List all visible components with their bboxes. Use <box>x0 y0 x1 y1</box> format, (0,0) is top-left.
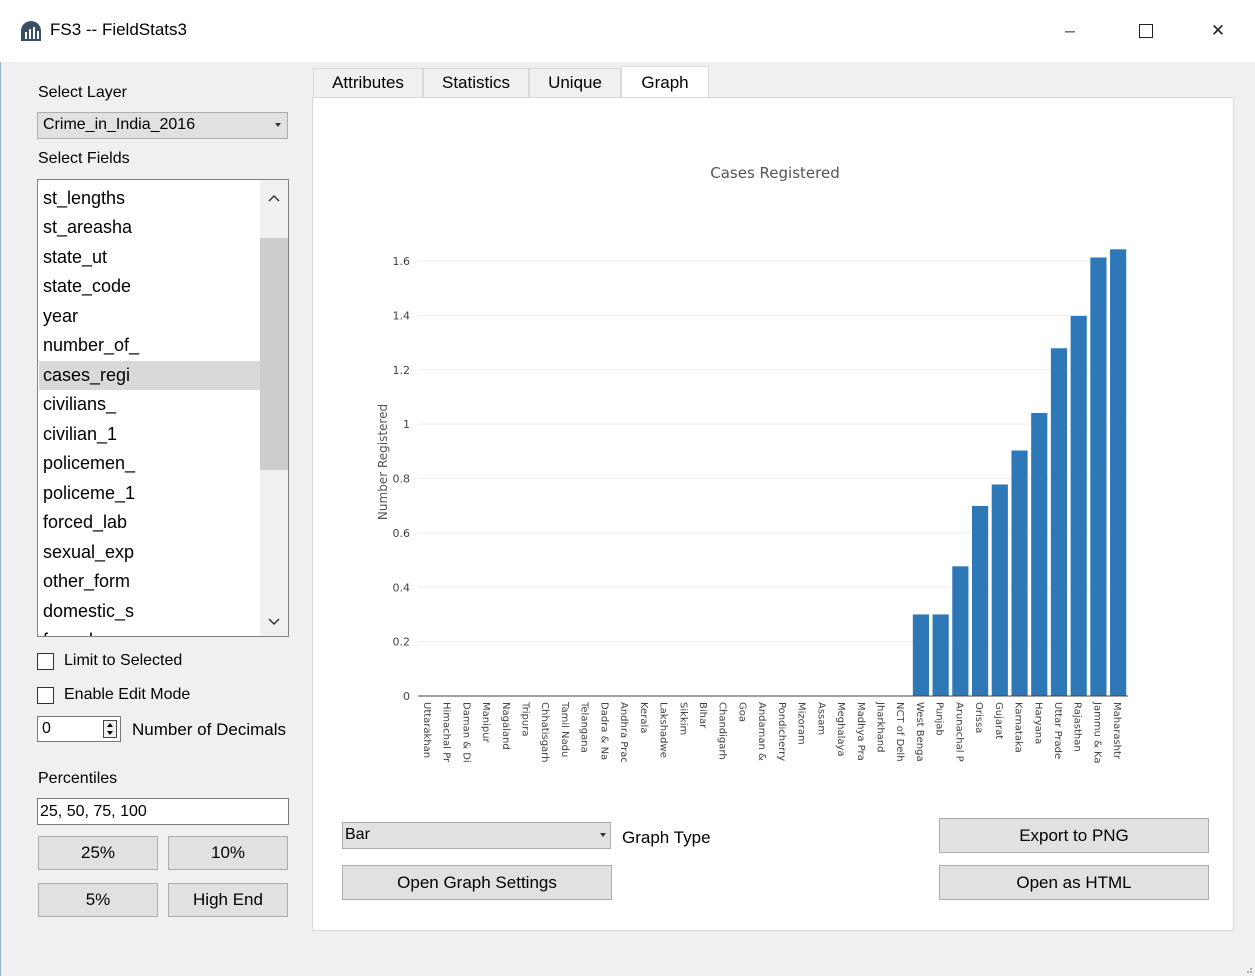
graph-type-select[interactable]: Bar <box>342 822 611 849</box>
bar <box>1070 315 1087 696</box>
x-tick-label: NCT of Delh <box>894 702 905 762</box>
y-tick-label: 0.8 <box>393 473 411 486</box>
chevron-down-icon <box>600 833 606 837</box>
x-tick-label: Nagaland <box>500 702 511 750</box>
x-tick-label: Arunachal P <box>953 702 964 762</box>
x-tick-label: Bihar <box>697 702 708 729</box>
x-tick-label: Gujarat <box>993 702 1004 739</box>
x-tick-label: Haryana <box>1032 702 1043 744</box>
x-tick-label: Punjab <box>934 702 945 736</box>
x-tick-label: Chhatisgarh <box>539 702 550 762</box>
x-tick-label: Andhra Prac <box>618 702 629 763</box>
x-tick-label: Andaman & <box>756 702 767 761</box>
y-tick-label: 1 <box>403 418 410 431</box>
x-tick-label: Mizoram <box>796 702 807 745</box>
x-tick-label: Jammu & Ka <box>1091 701 1102 764</box>
bar <box>1050 348 1068 696</box>
bar <box>912 614 930 696</box>
x-tick-label: Orissa <box>973 702 984 733</box>
x-tick-label: West Benga <box>914 702 925 762</box>
x-tick-label: Kerala <box>638 702 649 733</box>
x-tick-label: Lakshadwe <box>658 702 669 758</box>
bar <box>971 505 989 696</box>
x-tick-label: Daman & Di <box>460 702 471 763</box>
bar <box>991 484 1008 696</box>
open-html-button[interactable]: Open as HTML <box>939 865 1209 900</box>
x-tick-label: Tamil Nadu <box>559 701 570 757</box>
x-tick-label: Assam <box>815 702 826 735</box>
x-tick-label: Dadra & Na <box>598 702 609 760</box>
x-tick-label: Telangana <box>579 701 590 753</box>
y-axis-label: Number Registered <box>376 404 390 520</box>
y-tick-label: 1.4 <box>393 309 411 322</box>
x-tick-label: Meghalaya <box>835 702 846 757</box>
bar <box>1011 450 1028 696</box>
resize-grip-icon[interactable] <box>1243 964 1253 974</box>
chart-title: Cases Registered <box>710 164 839 182</box>
x-tick-label: Pondicherry <box>776 702 787 761</box>
x-tick-label: Chandigarh <box>717 702 728 760</box>
bar <box>932 614 949 696</box>
export-png-button[interactable]: Export to PNG <box>939 818 1209 853</box>
x-tick-label: Uttar Prade <box>1052 702 1063 759</box>
x-tick-label: Maharashtr <box>1111 702 1122 760</box>
x-tick-label: Tripura <box>519 701 530 736</box>
x-tick-label: Uttarakhan <box>421 702 432 758</box>
y-tick-label: 1.6 <box>393 255 411 268</box>
y-tick-label: 0.6 <box>393 527 411 540</box>
x-tick-label: Himachal Pr <box>441 702 452 763</box>
x-tick-label: Sikkim <box>677 702 688 735</box>
bar <box>952 566 969 696</box>
bar <box>1090 257 1107 696</box>
x-tick-label: Karnataka <box>1013 702 1024 753</box>
bar <box>1110 249 1127 696</box>
x-tick-label: Madhya Pra <box>855 702 866 761</box>
x-tick-label: Rajasthan <box>1072 702 1083 752</box>
x-tick-label: Manipur <box>480 702 491 744</box>
y-tick-label: 0.2 <box>393 636 411 649</box>
open-graph-settings-button[interactable]: Open Graph Settings <box>342 865 612 900</box>
y-tick-label: 0.4 <box>393 581 411 594</box>
x-tick-label: Jharkhand <box>874 701 885 752</box>
graph-type-label: Graph Type <box>622 828 711 847</box>
y-tick-label: 0 <box>403 690 410 703</box>
graph-type-value: Bar <box>345 826 370 843</box>
y-tick-label: 1.2 <box>393 364 411 377</box>
x-tick-label: Goa <box>736 702 747 722</box>
bar <box>1031 412 1048 696</box>
